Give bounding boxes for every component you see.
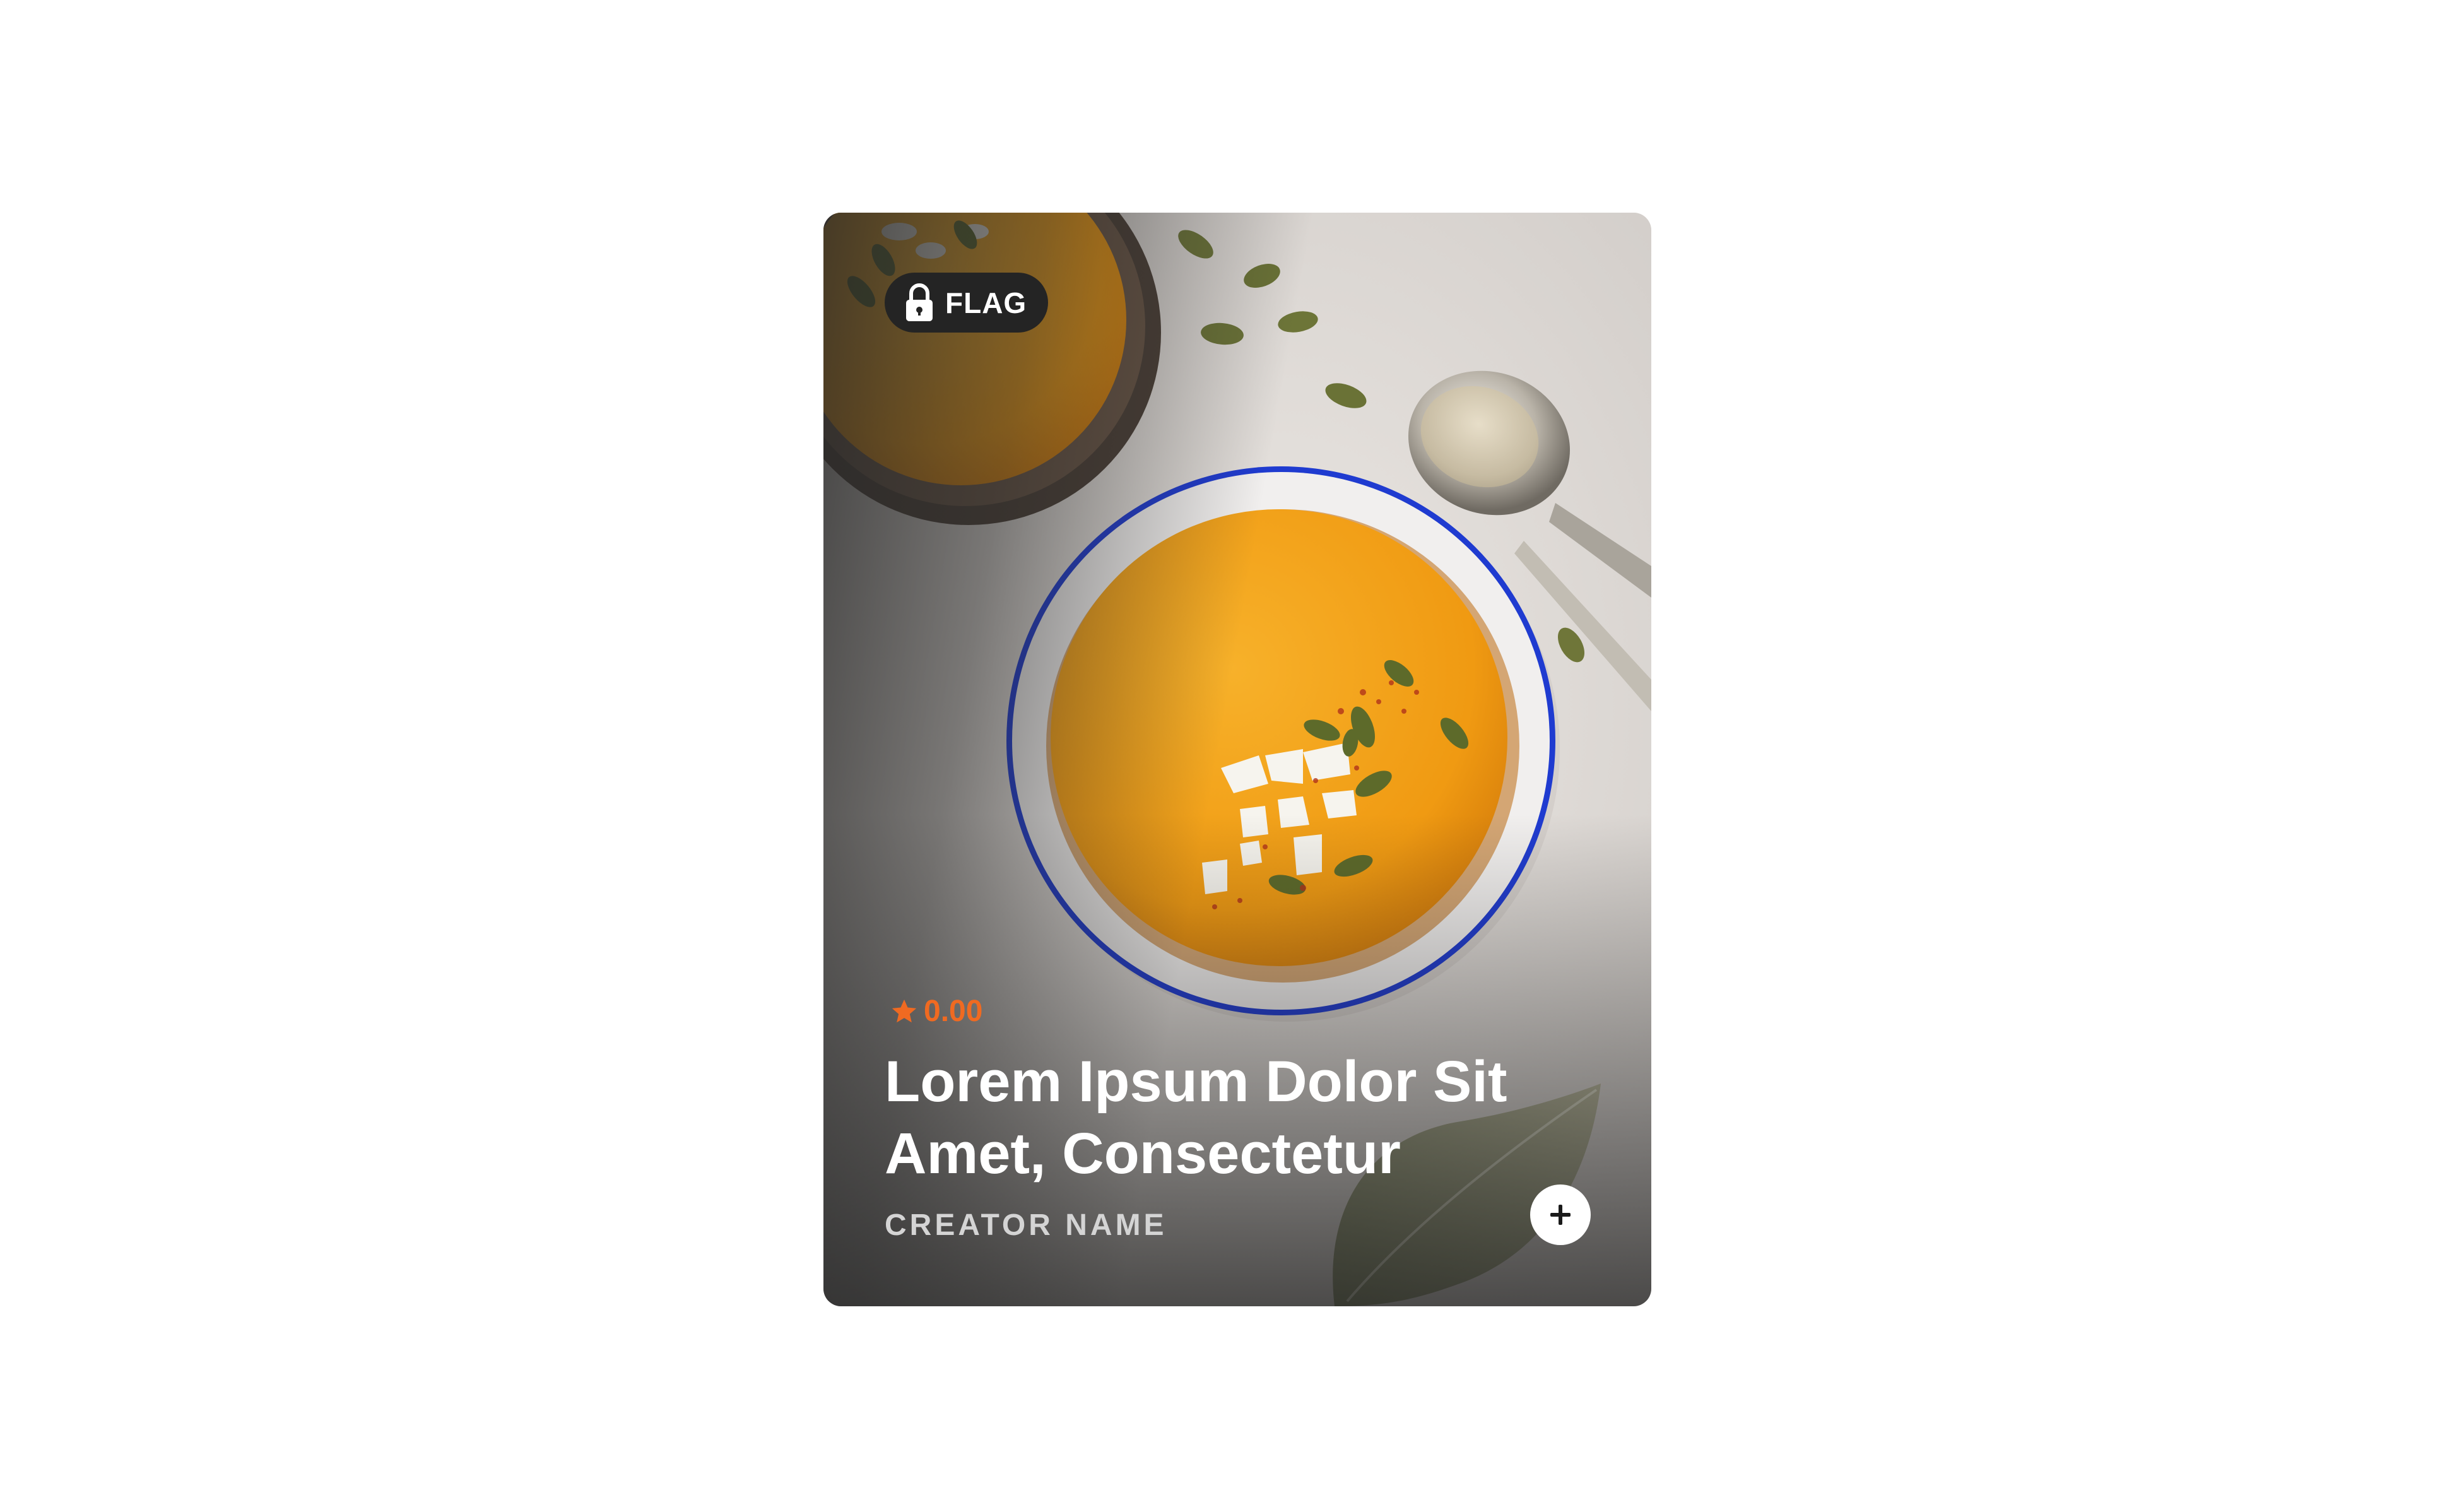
recipe-card[interactable]: FLAG 0.00 Lorem Ipsum Dolor Sit Amet, Co… (823, 213, 1651, 1306)
star-icon (892, 999, 917, 1022)
creator-name[interactable]: CREATOR NAME (885, 1208, 1167, 1243)
recipe-title[interactable]: Lorem Ipsum Dolor Sit Amet, Consectetur (885, 1046, 1553, 1190)
rating-value: 0.00 (924, 995, 983, 1028)
add-button[interactable] (1530, 1184, 1591, 1245)
flag-label: FLAG (945, 286, 1027, 319)
flag-button[interactable]: FLAG (885, 273, 1049, 333)
plus-icon (1550, 1205, 1571, 1225)
lock-icon (906, 283, 933, 321)
rating: 0.00 (890, 994, 982, 1029)
